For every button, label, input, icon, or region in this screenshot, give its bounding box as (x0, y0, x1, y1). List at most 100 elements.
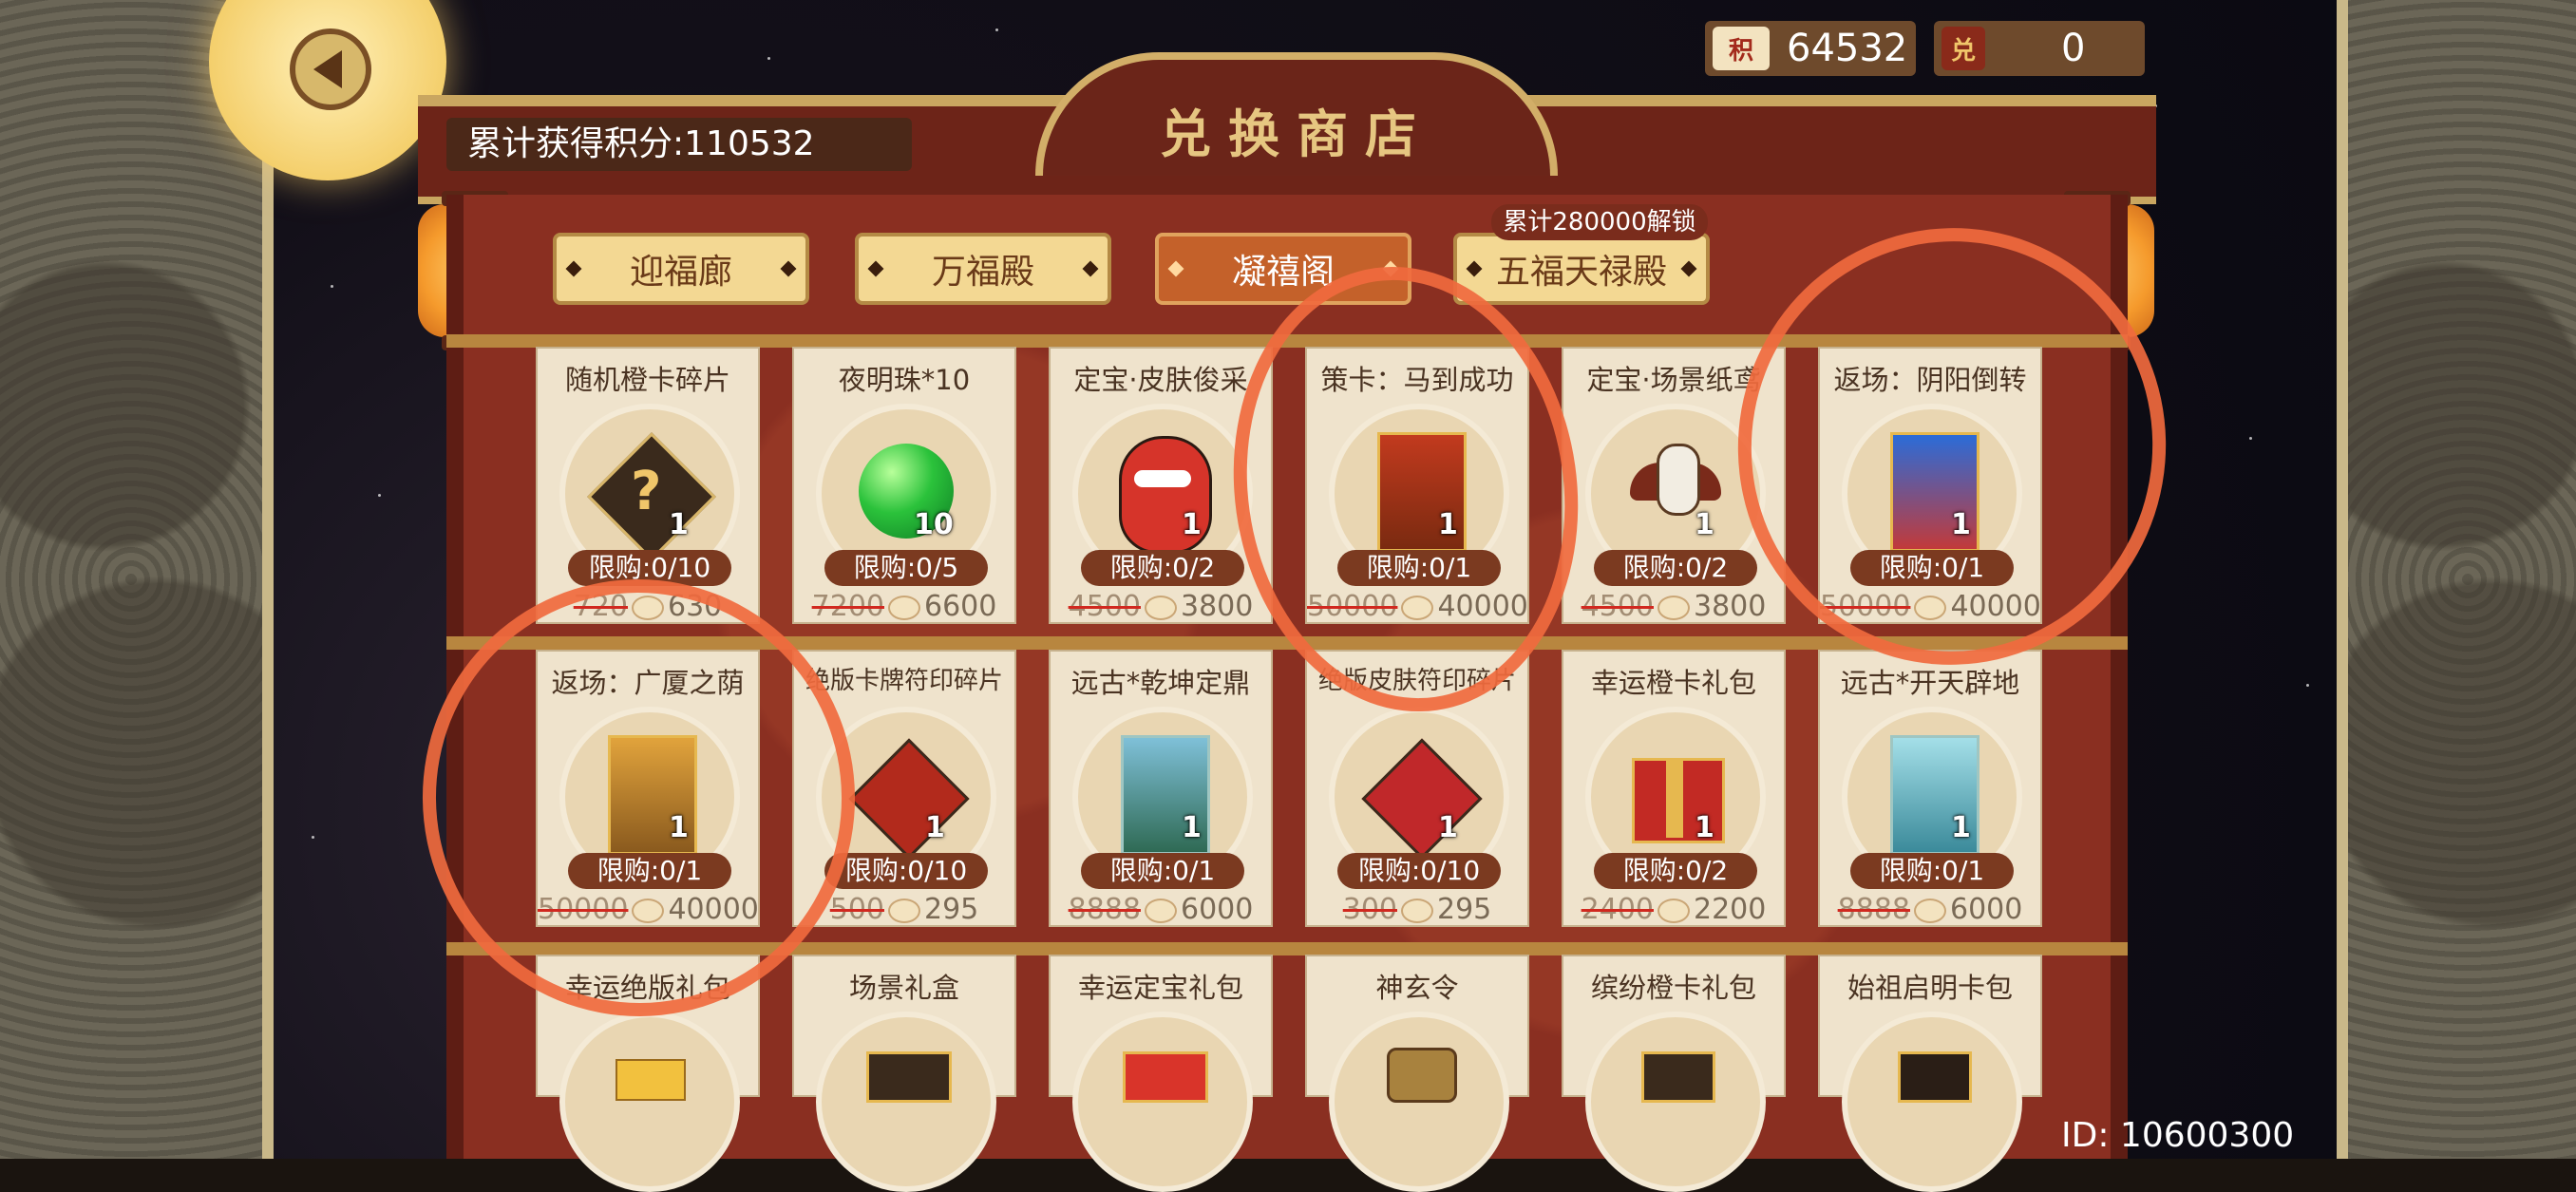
item-price: 4500 3800 (1563, 590, 1784, 623)
purchase-limit: 限购:0/2 (1594, 853, 1757, 889)
sale-price: 295 (924, 893, 979, 926)
card-pack-icon (1641, 1051, 1715, 1103)
token-icon (1387, 1048, 1457, 1103)
back-arrow-icon (313, 50, 342, 88)
item-name: 缤纷橙卡礼包 (1590, 972, 1756, 1004)
item-name: 幸运橙卡礼包 (1590, 667, 1756, 699)
shop-item-card[interactable]: 远古*乾坤定鼎 1 限购:0/1 8888 6000 (1049, 650, 1273, 927)
points-coin-icon (1145, 898, 1177, 923)
right-dragon-panel (2337, 0, 2576, 1159)
purchase-limit: 限购:0/10 (824, 853, 988, 889)
points-coin-icon (1401, 898, 1433, 923)
item-price: 8888 6000 (1051, 893, 1271, 926)
item-disc (559, 1012, 740, 1192)
mask-eyes (1134, 470, 1191, 487)
original-price: 4500 (1068, 590, 1141, 623)
unlock-requirement-badge: 累计280000解锁 (1491, 204, 1708, 240)
item-quantity: 1 (1695, 508, 1714, 541)
sale-price: 3800 (1181, 590, 1254, 623)
points-value: 64532 (1787, 27, 1908, 70)
card-pack-icon (1898, 1051, 1972, 1103)
tab-ornament (1082, 260, 1099, 277)
item-price: 8888 6000 (1820, 893, 2040, 926)
sale-price: 6600 (924, 590, 997, 623)
gift-ribbon (1666, 758, 1683, 838)
points-coin-icon: 积 (1713, 27, 1770, 70)
shop-item-card[interactable]: 场景礼盒 (792, 955, 1016, 1192)
points-coin-icon (888, 595, 920, 620)
tab-ornament (565, 260, 582, 277)
points-coin-icon (1914, 898, 1946, 923)
gold-bundle-icon (616, 1059, 686, 1101)
item-name: 远古*乾坤定鼎 (1070, 667, 1251, 699)
item-quantity: 1 (925, 811, 945, 844)
tab-label: 五福天禄殿 (1495, 253, 1667, 292)
original-price: 500 (829, 893, 884, 926)
original-price: 7200 (811, 590, 884, 623)
points-currency: 积 64532 (1705, 21, 1916, 76)
original-price: 8888 (1837, 893, 1910, 926)
original-price: 2400 (1581, 893, 1654, 926)
shop-item-card[interactable]: 神玄令 (1305, 955, 1529, 1192)
points-coin-icon (888, 898, 920, 923)
shop-item-card[interactable]: 夜明珠*10 10 限购:0/5 7200 6600 (792, 347, 1016, 624)
tab-ornament (1466, 260, 1483, 277)
ribbon-gift-icon (1123, 1051, 1208, 1103)
item-price: 7200 6600 (794, 590, 1014, 623)
item-price: 2400 2200 (1563, 893, 1784, 926)
shop-item-card[interactable]: 幸运定宝礼包 (1049, 955, 1273, 1192)
item-price: 4500 3800 (1051, 590, 1271, 623)
kite-body (1657, 444, 1700, 516)
item-name: 定宝·皮肤俊采 (1073, 364, 1248, 396)
purchase-limit: 限购:0/1 (1850, 853, 2014, 889)
points-coin-icon (1657, 898, 1690, 923)
item-name: 夜明珠*10 (838, 364, 971, 396)
item-quantity: 10 (914, 508, 954, 541)
shop-item-card[interactable]: 幸运橙卡礼包 1 限购:0/2 2400 2200 (1562, 650, 1786, 927)
item-quantity: 1 (1182, 811, 1202, 844)
sale-price: 6000 (1181, 893, 1254, 926)
item-name: 随机橙卡碎片 (564, 364, 730, 396)
tab-ornament (1167, 260, 1184, 277)
question-mark-icon: ? (631, 461, 662, 522)
tab-ornament (867, 260, 884, 277)
tab-yingfulang[interactable]: 迎福廊 (553, 233, 809, 305)
purchase-limit: 限购:0/2 (1081, 550, 1244, 586)
tab-wufutianludian[interactable]: 五福天禄殿 (1453, 233, 1710, 305)
original-price: 8888 (1068, 893, 1141, 926)
points-coin-icon (1145, 595, 1177, 620)
tab-ornament (1680, 260, 1697, 277)
shop-title: 兑换商店 (1160, 104, 1433, 164)
item-name: 神玄令 (1375, 972, 1459, 1004)
exchange-currency: 兑 0 (1934, 21, 2145, 76)
original-price: 300 (1342, 893, 1397, 926)
purchase-limit: 限购:0/2 (1594, 550, 1757, 586)
original-price: 4500 (1581, 590, 1654, 623)
points-coin-icon (1657, 595, 1690, 620)
tab-ornament (780, 260, 797, 277)
purchase-limit: 限购:0/1 (1081, 853, 1244, 889)
left-dragon-panel (0, 0, 274, 1159)
tab-label: 凝禧阁 (1231, 253, 1335, 292)
shop-item-card[interactable]: 远古*开天辟地 1 限购:0/1 8888 6000 (1818, 650, 2042, 927)
item-quantity: 1 (1182, 508, 1202, 541)
item-price: 300 295 (1307, 893, 1527, 926)
sale-price: 6000 (1950, 893, 2023, 926)
purchase-limit: 限购:0/5 (824, 550, 988, 586)
sale-price: 2200 (1694, 893, 1767, 926)
purchase-limit: 限购:0/10 (1337, 853, 1501, 889)
item-name: 幸运定宝礼包 (1077, 972, 1243, 1004)
item-name: 远古*开天辟地 (1840, 667, 2020, 699)
item-quantity: 1 (669, 508, 689, 541)
sale-price: 3800 (1694, 590, 1767, 623)
shop-item-card[interactable]: 始祖启明卡包 (1818, 955, 2042, 1192)
item-quantity: 1 (1695, 811, 1714, 844)
exchange-value: 0 (2061, 27, 2086, 70)
tab-wanfudian[interactable]: 万福殿 (855, 233, 1111, 305)
shop-sign: 兑换商店 (1035, 52, 1558, 176)
item-quantity: 1 (1951, 811, 1971, 844)
back-button[interactable] (290, 28, 371, 110)
shop-item-card[interactable]: 缤纷橙卡礼包 (1562, 955, 1786, 1192)
exchange-token-icon: 兑 (1941, 27, 1985, 70)
gift-chest-icon (866, 1051, 952, 1103)
